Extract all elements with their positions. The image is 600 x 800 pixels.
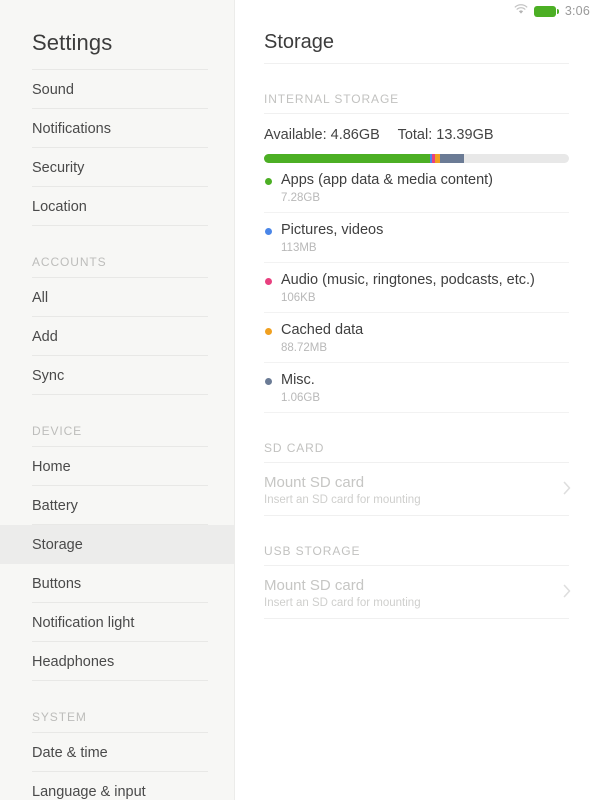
category-label: Audio (music, ringtones, podcasts, etc.) xyxy=(281,272,535,288)
section-header-sd-card-label: SD CARD xyxy=(264,441,325,455)
section-header-usb-storage-label: USB STORAGE xyxy=(264,544,361,558)
status-bar: 3:06 xyxy=(470,0,600,22)
sidebar-item-label: Security xyxy=(32,159,85,176)
sidebar-item-label: All xyxy=(32,289,49,306)
category-size: 1.06GB xyxy=(281,392,320,404)
sidebar-section-device: DEVICE xyxy=(0,395,234,447)
mount-sd-card-row[interactable]: Mount SD card Insert an SD card for moun… xyxy=(235,463,600,516)
sidebar-nav: Sound Notifications Security Location ACCOUN… xyxy=(0,70,234,800)
total-label: Total: 13.39GB xyxy=(397,127,494,143)
sidebar-item-battery[interactable]: Battery xyxy=(0,486,234,525)
battery-icon xyxy=(533,5,559,17)
storage-content: 3:06 Storage INTERNAL STORAGE Available:… xyxy=(235,0,600,800)
sidebar-item-label: Battery xyxy=(32,497,78,514)
category-size: 88.72MB xyxy=(281,342,328,354)
sidebar-item-storage[interactable]: Storage xyxy=(0,525,234,564)
section-header-usb-storage: USB STORAGE xyxy=(235,516,600,566)
status-bar-clock: 3:06 xyxy=(564,4,590,18)
storage-category-row[interactable]: Misc. 1.06GB xyxy=(235,363,600,413)
section-header-internal-storage: INTERNAL STORAGE xyxy=(235,64,600,114)
category-color-dot-icon xyxy=(265,278,272,285)
sidebar-item-label: Notifications xyxy=(32,120,111,137)
category-label: Misc. xyxy=(281,372,315,388)
sidebar-item-label: Sound xyxy=(32,81,74,98)
sidebar-item-label: Sync xyxy=(32,367,65,384)
available-label: Available: 4.86GB xyxy=(264,127,380,143)
storage-usage-bar xyxy=(264,154,569,163)
sidebar-title: Settings xyxy=(32,30,113,55)
section-header-sd-card: SD CARD xyxy=(235,413,600,463)
sidebar-section-system: SYSTEM xyxy=(0,681,234,733)
sidebar-item-label: Language & input xyxy=(32,783,146,800)
divider xyxy=(264,113,569,114)
sidebar-item-headphones[interactable]: Headphones xyxy=(0,642,234,681)
sidebar-item-label: Add xyxy=(32,328,58,345)
mount-usb-storage-subtitle: Insert an SD card for mounting xyxy=(264,597,421,609)
mount-sd-card-subtitle: Insert an SD card for mounting xyxy=(264,494,421,506)
mount-sd-card-title: Mount SD card xyxy=(264,474,365,491)
category-size: 113MB xyxy=(281,242,317,254)
category-label: Pictures, videos xyxy=(281,222,384,238)
sidebar-item-label: Notification light xyxy=(32,614,135,631)
sidebar-item-label: Date & time xyxy=(32,744,108,761)
storage-bar-segment-misc xyxy=(440,154,465,163)
storage-bar-segment-apps xyxy=(264,154,430,163)
mount-usb-storage-title: Mount SD card xyxy=(264,577,365,594)
storage-summary: Available: 4.86GB Total: 13.39GB xyxy=(235,114,600,143)
storage-category-row[interactable]: Apps (app data & media content) 7.28GB xyxy=(235,163,600,213)
divider xyxy=(264,618,569,619)
sidebar-item-sound[interactable]: Sound xyxy=(0,70,234,109)
sidebar-item-label: Home xyxy=(32,458,71,475)
category-color-dot-icon xyxy=(265,328,272,335)
wifi-icon xyxy=(514,2,528,20)
sidebar-item-home[interactable]: Home xyxy=(0,447,234,486)
sidebar-item-sync[interactable]: Sync xyxy=(0,356,234,395)
category-size: 7.28GB xyxy=(281,192,320,204)
sidebar-item-security[interactable]: Security xyxy=(0,148,234,187)
sidebar-item-add[interactable]: Add xyxy=(0,317,234,356)
sidebar-item-buttons[interactable]: Buttons xyxy=(0,564,234,603)
storage-category-row[interactable]: Pictures, videos 113MB xyxy=(235,213,600,263)
storage-category-row[interactable]: Cached data 88.72MB xyxy=(235,313,600,363)
sidebar-item-label: Buttons xyxy=(32,575,82,592)
chevron-right-icon xyxy=(563,481,571,498)
sidebar-section-accounts: ACCOUNTS xyxy=(0,226,234,278)
sidebar-item-all[interactable]: All xyxy=(0,278,234,317)
mount-usb-storage-row[interactable]: Mount SD card Insert an SD card for moun… xyxy=(235,566,600,619)
sidebar-item-notifications[interactable]: Notifications xyxy=(0,109,234,148)
sidebar-item-location[interactable]: Location xyxy=(0,187,234,226)
category-color-dot-icon xyxy=(265,378,272,385)
category-size: 106KB xyxy=(281,292,316,304)
sidebar-item-label: Location xyxy=(32,198,87,215)
category-color-dot-icon xyxy=(265,178,272,185)
sidebar-item-date-time[interactable]: Date & time xyxy=(0,733,234,772)
sidebar-item-language-input[interactable]: Language & input xyxy=(0,772,234,800)
sidebar-item-notification-light[interactable]: Notification light xyxy=(0,603,234,642)
chevron-right-icon xyxy=(563,584,571,601)
storage-category-list: Apps (app data & media content) 7.28GB Pic… xyxy=(235,163,600,413)
sidebar-item-label: Headphones xyxy=(32,653,115,670)
category-label: Cached data xyxy=(281,322,364,338)
category-color-dot-icon xyxy=(265,228,272,235)
settings-screen: Settings Sound Notifications Security Locat… xyxy=(0,0,600,800)
category-label: Apps (app data & media content) xyxy=(281,172,493,188)
section-header-internal-storage-label: INTERNAL STORAGE xyxy=(264,92,400,106)
storage-category-row[interactable]: Audio (music, ringtones, podcasts, etc.)… xyxy=(235,263,600,313)
sidebar-item-label: Storage xyxy=(32,536,83,553)
settings-sidebar: Settings Sound Notifications Security Locat… xyxy=(0,0,235,800)
